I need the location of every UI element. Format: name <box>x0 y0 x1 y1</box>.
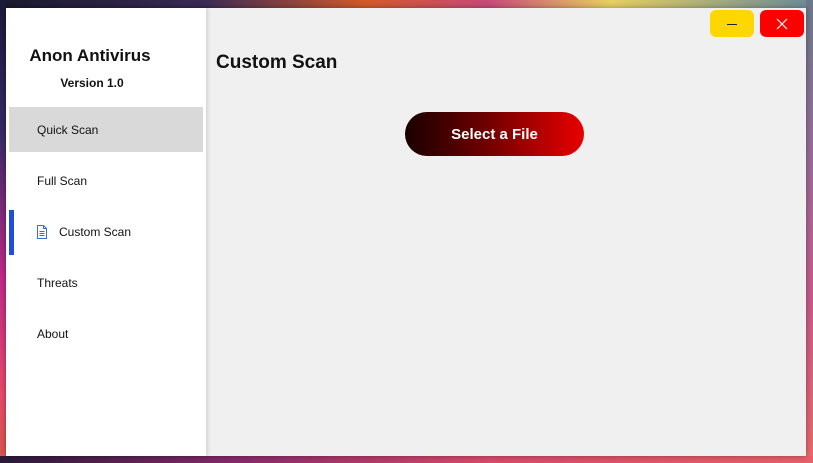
desktop-background-bottom <box>0 456 813 463</box>
select-file-button[interactable]: Select a File <box>405 112 584 156</box>
desktop-background-top <box>0 0 813 8</box>
sidebar-nav: Quick Scan Full Scan Custom Scan Threats… <box>6 107 206 362</box>
sidebar-item-label: Threats <box>37 275 78 290</box>
close-icon <box>776 18 788 29</box>
sidebar-item-quick-scan[interactable]: Quick Scan <box>9 107 203 152</box>
page-title: Custom Scan <box>216 52 338 73</box>
sidebar-item-label: About <box>37 326 69 341</box>
sidebar-item-label: Full Scan <box>37 173 88 188</box>
sidebar-item-label: Custom Scan <box>59 224 132 239</box>
app-window: Anon Antivirus Version 1.0 Quick Scan Fu… <box>6 8 806 456</box>
app-version: Version 1.0 <box>60 76 124 90</box>
document-icon <box>36 224 48 239</box>
sidebar-item-threats[interactable]: Threats <box>6 260 206 305</box>
sidebar-item-custom-scan[interactable]: Custom Scan <box>6 209 206 255</box>
close-button[interactable] <box>760 10 804 37</box>
sidebar-item-full-scan[interactable]: Full Scan <box>6 158 206 203</box>
active-indicator <box>9 210 14 255</box>
sidebar-item-about[interactable]: About <box>6 311 206 356</box>
minimize-icon <box>727 23 737 25</box>
app-title: Anon Antivirus <box>29 46 151 65</box>
sidebar: Anon Antivirus Version 1.0 Quick Scan Fu… <box>6 8 206 456</box>
desktop-background-right <box>806 0 813 463</box>
sidebar-item-label: Quick Scan <box>37 122 99 137</box>
minimize-button[interactable] <box>710 10 754 37</box>
